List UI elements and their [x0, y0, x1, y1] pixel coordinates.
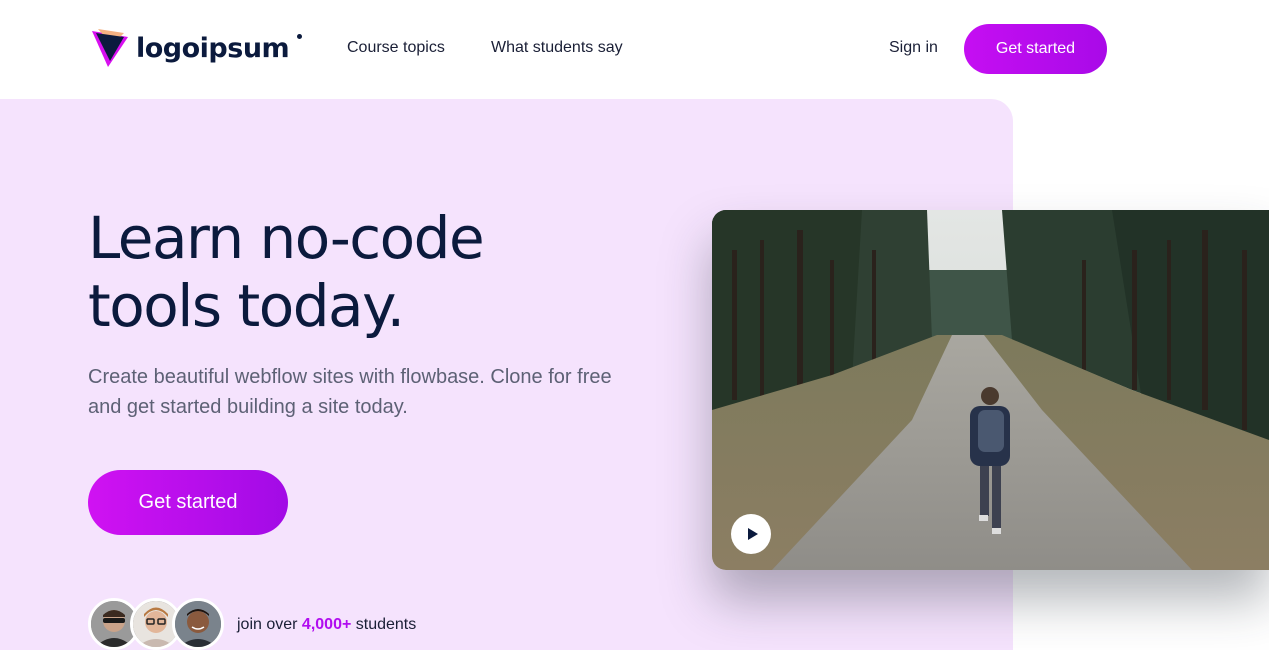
students-count-text: join over 4,000+ students — [237, 616, 416, 634]
play-button[interactable] — [731, 514, 771, 554]
nav-link-what-students-say[interactable]: What students say — [491, 39, 623, 57]
logo-text: logoipsum — [136, 32, 290, 64]
students-prefix: join over — [237, 616, 302, 633]
nav-link-course-topics[interactable]: Course topics — [347, 39, 445, 57]
student-avatars — [88, 598, 224, 650]
logo[interactable]: logoipsum — [90, 27, 303, 69]
hero-get-started-button[interactable]: Get started — [88, 470, 288, 535]
hero-title-line-2: tools today. — [88, 272, 405, 340]
nav-get-started-button[interactable]: Get started — [964, 24, 1107, 74]
logo-dot — [297, 33, 303, 39]
top-navbar: logoipsum Course topics What students sa… — [0, 0, 1269, 98]
hero-video[interactable] — [712, 210, 1269, 570]
play-icon — [747, 528, 758, 540]
logo-mark-icon — [92, 29, 128, 67]
students-suffix: students — [351, 616, 417, 633]
hero-title-line-1: Learn no-code — [88, 204, 485, 272]
hero-subtitle: Create beautiful webflow sites with flow… — [88, 366, 612, 418]
sign-in-link[interactable]: Sign in — [889, 39, 938, 57]
students-count: 4,000+ — [301, 616, 352, 633]
video-thumbnail — [712, 210, 1269, 570]
hero-title: Learn no-code tools today. — [88, 204, 648, 340]
avatar — [172, 598, 224, 650]
